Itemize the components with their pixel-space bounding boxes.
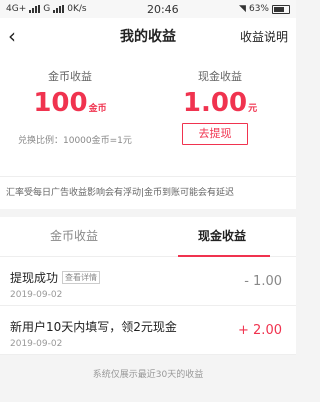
coin-earnings: 金币收益 100金币 [0,68,140,118]
nav-bar: ‹ 我的收益 收益说明 [0,18,296,54]
record-amount: + 2.00 [238,323,282,338]
network-speed: 0K/s [67,4,87,14]
battery-icon [271,4,290,14]
record-amount: - 1.00 [244,274,282,289]
view-details-button[interactable]: 查看详情 [62,271,101,284]
record-date: 2019-09-02 [10,290,63,300]
network-type: 4G+ [6,4,27,14]
record-title: 提现成功 [10,271,59,285]
records-list: 提现成功 查看详情 2019-09-02 - 1.00 新用户10天内填写，领2… [0,257,296,355]
cash-earnings-unit: 元 [248,104,258,114]
cash-earnings: 现金收益 1.00元 [150,68,290,118]
tab-coin-earnings[interactable]: 金币收益 [0,217,148,256]
status-bar: 4G+ G 0K/s 20:46 ◥ 63% [0,0,296,18]
exchange-rate: 兑换比例：10000金币=1元 [18,136,132,146]
coin-earnings-amount: 100金币 [0,88,140,118]
list-item: 新用户10天内填写，领2元现金 2019-09-02 + 2.00 [0,306,296,355]
wifi-icon: ◥ [239,4,246,14]
sim2-type: G [43,4,51,14]
earnings-tabs: 金币收益 现金收益 [0,217,296,257]
status-left: 4G+ G 0K/s [6,4,87,14]
record-title: 新用户10天内填写，领2元现金 [10,320,177,334]
battery-percent: 63% [248,4,269,14]
record-title-wrap: 提现成功 查看详情 [10,269,101,286]
cash-earnings-amount: 1.00元 [150,88,290,118]
earnings-summary: 金币收益 100金币 现金收益 1.00元 兑换比例：10000金币=1元 去提… [0,54,296,176]
coin-earnings-value: 100 [33,88,88,118]
cash-earnings-value: 1.00 [182,88,248,118]
record-date: 2019-09-02 [10,339,63,349]
withdraw-button[interactable]: 去提现 [182,123,248,145]
tab-cash-earnings[interactable]: 现金收益 [148,217,296,256]
footer-note: 系统仅展示最近30天的收益 [92,370,204,380]
list-item: 提现成功 查看详情 2019-09-02 - 1.00 [0,257,296,306]
status-time: 20:46 [146,2,179,16]
signal-icon [29,5,41,13]
income-explanation-link[interactable]: 收益说明 [240,28,288,45]
coin-earnings-unit: 金币 [88,104,107,114]
record-title-wrap: 新用户10天内填写，领2元现金 [10,318,177,335]
back-icon[interactable]: ‹ [8,26,16,46]
signal-icon-2 [53,5,65,13]
status-right: ◥ 63% [239,4,290,14]
coin-earnings-label: 金币收益 [48,70,92,83]
cash-earnings-label: 现金收益 [198,70,242,83]
notice-text: 汇率受每日广告收益影响会有浮动|金币到账可能会有延迟 [0,176,296,209]
